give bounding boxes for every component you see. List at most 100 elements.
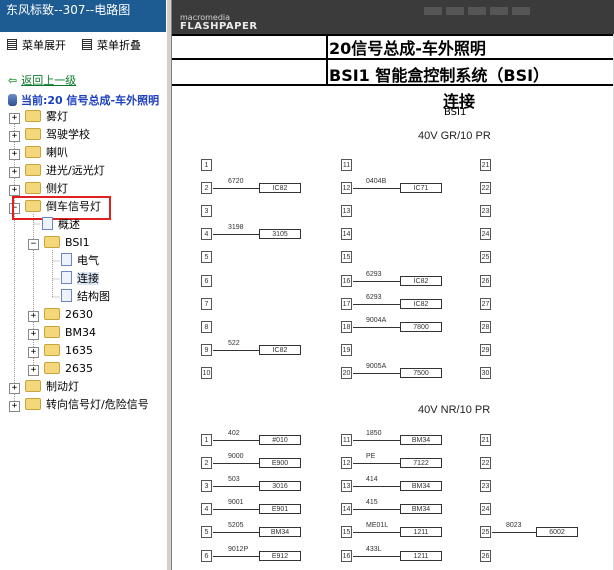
viewer-toolbar-buttons — [420, 0, 610, 15]
tree-item-structure[interactable]: 结构图 — [61, 288, 110, 306]
wire-code: 9005A — [366, 362, 387, 370]
wire-code: 9001 — [228, 499, 244, 507]
wire-code: 3198 — [228, 224, 244, 232]
tree-item-low-high-beam[interactable]: + 进光/远光灯 — [9, 162, 105, 180]
pin-right: 23 — [480, 480, 491, 493]
pin-left: 1 — [201, 434, 212, 446]
tree-item-brake-lights[interactable]: + 制动灯 — [9, 378, 79, 396]
wire-middle — [353, 303, 400, 305]
pin-left: 7 — [201, 297, 212, 310]
tree-item-label: BM34 — [65, 326, 97, 339]
document-icon — [42, 217, 53, 230]
pin-middle: 18 — [341, 320, 352, 333]
expand-icon[interactable]: + — [28, 311, 39, 322]
wire-middle — [353, 326, 400, 328]
tree-item-driving-school[interactable]: + 驾驶学校 — [9, 126, 90, 144]
wire-code: PE — [366, 453, 376, 461]
tree-item-horn[interactable]: + 喇叭 — [9, 144, 68, 162]
component-box: 6002 — [536, 527, 578, 538]
document-icon — [61, 271, 72, 284]
logo-big-text: FLASHPAPER — [180, 21, 258, 32]
wire-code: 9000 — [228, 453, 244, 461]
component-box: 3105 — [259, 229, 301, 240]
tree-item-label: BSI1 — [65, 236, 90, 249]
collapse-icon[interactable]: − — [28, 239, 39, 250]
expand-icon[interactable]: + — [28, 329, 39, 340]
tree-item-label: 进光/远光灯 — [46, 164, 105, 177]
component-box: BM34 — [400, 504, 442, 515]
pin-left: 1 — [201, 159, 212, 171]
wire-code: 522 — [228, 339, 240, 347]
expand-icon[interactable]: + — [9, 185, 20, 196]
toolbar-button[interactable] — [468, 7, 486, 15]
pin-right: 24 — [480, 503, 491, 516]
tree-pane: 东风标致--307--电路图 菜单展开 菜单折叠 ⇦ 返回上一级 当前:20 信号… — [0, 0, 166, 570]
pin-left: 4 — [201, 228, 212, 241]
wire-code: 402 — [228, 430, 240, 437]
tree-item-2635[interactable]: +2635 — [28, 360, 93, 378]
open-folder-icon — [44, 236, 60, 248]
flashpaper-toolbar: macromedia FLASHPAPER — [172, 0, 614, 34]
component-box: 1211 — [400, 550, 442, 561]
expand-icon[interactable]: + — [9, 113, 20, 124]
bsi-label: BSI1 — [444, 107, 467, 118]
wire-right — [492, 532, 536, 534]
toolbar-button[interactable] — [512, 7, 530, 15]
expand-icon[interactable]: + — [9, 131, 20, 142]
tree-item-fog-lights[interactable]: + 雾灯 — [9, 108, 68, 126]
pin-right: 27 — [480, 297, 491, 310]
expand-icon[interactable]: + — [28, 347, 39, 358]
pin-left: 3 — [201, 205, 212, 218]
folder-icon — [44, 308, 60, 320]
tree-item-label: 侧灯 — [46, 182, 68, 195]
document-icon — [61, 289, 72, 302]
pin-left: 5 — [201, 526, 212, 539]
wire-code: ME01L — [366, 522, 389, 530]
tree-item-overview[interactable]: 概述 — [42, 216, 80, 234]
folder-icon — [25, 164, 41, 176]
pin-middle: 12 — [341, 182, 352, 195]
pin-left: 10 — [201, 366, 212, 379]
component-box: 7122 — [400, 458, 442, 469]
tree-item-bm34[interactable]: + BM34 — [28, 324, 96, 342]
expand-icon[interactable]: + — [9, 149, 20, 160]
pin-middle: 16 — [341, 274, 352, 287]
expand-icon[interactable]: + — [9, 167, 20, 178]
tree-item-1635[interactable]: +1635 — [28, 342, 93, 360]
folder-icon — [25, 380, 41, 392]
pin-middle: 17 — [341, 297, 352, 310]
wire-code: 6293 — [366, 270, 382, 278]
tree-item-connection[interactable]: 连接 — [61, 270, 99, 288]
wire-left — [213, 532, 259, 534]
wire-middle — [353, 463, 400, 465]
toolbar-button[interactable] — [490, 7, 508, 15]
connector-1-label: 40V GR/10 PR — [418, 130, 491, 142]
wire-code: 414 — [366, 476, 378, 484]
toolbar-button[interactable] — [424, 7, 442, 15]
tree-item-label: 2635 — [65, 362, 93, 375]
tree-item-label: 1635 — [65, 344, 93, 357]
expand-icon[interactable]: + — [28, 365, 39, 376]
wire-middle — [353, 532, 400, 534]
folder-icon — [25, 146, 41, 158]
tree-item-electrical[interactable]: 电气 — [61, 252, 99, 270]
wire-left — [213, 440, 259, 441]
pin-middle: 13 — [341, 480, 352, 493]
expand-icon[interactable]: + — [9, 383, 20, 394]
toolbar-button[interactable] — [446, 7, 464, 15]
tree-item-bsi1[interactable]: − BSI1 — [28, 234, 90, 252]
tree-item-turn-hazard[interactable]: + 转向信号灯/危险信号 — [9, 396, 149, 414]
component-box: IC82 — [400, 298, 442, 309]
component-box: BM34 — [400, 481, 442, 492]
expand-icon[interactable]: + — [9, 401, 20, 412]
wire-left — [213, 463, 259, 465]
component-box: #010 — [259, 435, 301, 445]
pin-middle: 16 — [341, 549, 352, 562]
tree-item-2630[interactable]: +2630 — [28, 306, 93, 324]
pin-right: 23 — [480, 205, 491, 218]
wire-left — [213, 555, 259, 557]
tree-item-label: 概述 — [58, 218, 80, 231]
pin-middle: 11 — [341, 159, 352, 171]
pin-right: 29 — [480, 343, 491, 356]
folder-icon — [25, 182, 41, 194]
